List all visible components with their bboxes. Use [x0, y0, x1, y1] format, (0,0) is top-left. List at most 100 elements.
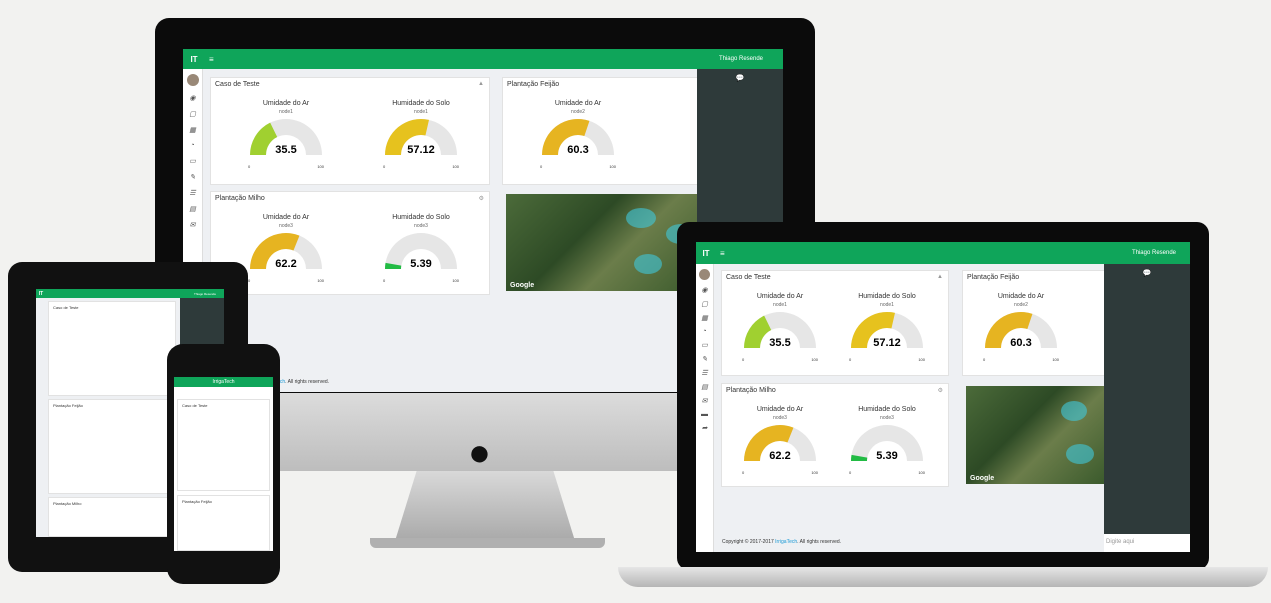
gauge-label: Umidade do Ar	[756, 406, 804, 413]
edit-icon[interactable]: ✎	[696, 355, 713, 363]
brand-logo[interactable]: IT	[183, 55, 205, 64]
gauge-max: 100	[609, 164, 616, 169]
brand-logo[interactable]: IT	[696, 249, 716, 258]
gauge-value: 60.3	[567, 144, 588, 156]
gauge-min: 0	[383, 164, 386, 169]
app-title[interactable]: IrrigaTech	[213, 379, 235, 385]
list-icon[interactable]: ☰	[183, 189, 202, 197]
gauge-value: 57.12	[407, 144, 435, 156]
files-icon[interactable]: ▢	[696, 300, 713, 308]
map-marker[interactable]	[626, 208, 656, 228]
list-icon[interactable]: ☰	[696, 369, 713, 377]
files-icon[interactable]: ▢	[183, 110, 202, 118]
folder-icon[interactable]: ▬	[696, 411, 713, 418]
panel-title: Caso de Teste	[726, 274, 771, 281]
satellite-map[interactable]: Google	[966, 386, 1106, 484]
laptop-screen: IT ≡ Thiago Resende ◉ ▢ ▦ ◔ ▭ ✎ ☰ ▤ ✉ ▬ …	[696, 242, 1190, 552]
avatar[interactable]	[186, 74, 199, 86]
google-label: Google	[510, 282, 535, 289]
gauge-arc: 62.2	[744, 425, 816, 462]
share-icon[interactable]: ➦	[696, 424, 713, 432]
panel-title: Caso de Teste	[182, 403, 208, 408]
panel-plantacao-milho: Plantação Milho	[48, 497, 176, 537]
mail-icon[interactable]: ✉	[696, 397, 713, 405]
book-icon[interactable]: ▭	[696, 341, 713, 349]
sidebar: ◉ ▢ ▦ ◔ ▭ ✎ ☰ ▤ ✉ ▬ ➦	[696, 264, 714, 552]
top-navbar: IT ≡ Thiago Resende	[696, 242, 1190, 264]
panel-caso-de-teste: Caso de Teste ▲ Umidade do Ar node1 35.5 0 1…	[721, 270, 949, 376]
calendar-icon[interactable]: ▤	[696, 383, 713, 391]
gauge-value: 5.39	[876, 450, 897, 462]
gauge-max: 100	[317, 164, 324, 169]
chat-icon[interactable]: 💬	[1104, 269, 1190, 277]
panel-caso-de-teste: Caso de Teste	[48, 301, 176, 396]
brand-logo[interactable]: IT	[36, 291, 46, 297]
gauge-min: 0	[983, 357, 986, 362]
panel-caso-de-teste: Caso de Teste	[177, 399, 270, 491]
gauge-value: 62.2	[275, 258, 296, 270]
chat-input[interactable]: Digite aqui	[1104, 534, 1190, 552]
gauge-label: Umidade do Ar	[554, 100, 602, 107]
gauge-label: Humidade do Solo	[392, 100, 450, 107]
gauge-value: 35.5	[275, 144, 296, 156]
gauge-umidade-ar-node3: Umidade do Ar node3 62.2 0 100	[246, 214, 326, 283]
grid-icon[interactable]: ▦	[696, 314, 713, 322]
grid-icon[interactable]: ▦	[183, 126, 202, 134]
gauge-label: Humidade do Solo	[392, 214, 450, 221]
panel-title: Plantação Feijão	[53, 403, 83, 408]
gauge-min: 0	[849, 357, 852, 362]
gauge-value: 5.39	[410, 258, 431, 270]
chart-icon[interactable]: ◔	[696, 328, 713, 335]
gauge-min: 0	[742, 470, 745, 475]
top-navbar: IT ≡ Thiago Resende	[183, 49, 783, 69]
collapse-icon[interactable]: ▲	[478, 81, 484, 87]
collapse-icon[interactable]: ▲	[937, 274, 943, 280]
gauge-humidade-solo-node3: Humidade do Solo node3 5.39 0 100	[381, 214, 461, 283]
panel-plantacao-milho: Plantação Milho ⚙ Umidade do Ar node3 62.2…	[721, 383, 949, 487]
gauge-arc: 5.39	[851, 425, 923, 462]
gauge-humidade-solo-node1: Humidade do Solo node1 57.12 0 100	[847, 293, 927, 362]
menu-icon[interactable]: ≡	[209, 55, 214, 64]
gauge-min: 0	[742, 357, 745, 362]
panel-title: Plantação Milho	[53, 501, 82, 506]
dashboard-icon[interactable]: ◉	[696, 286, 713, 294]
edit-icon[interactable]: ✎	[183, 173, 202, 181]
gauge-arc: 35.5	[744, 312, 816, 349]
calendar-icon[interactable]: ▤	[183, 205, 202, 213]
map-marker[interactable]	[1061, 401, 1087, 421]
map-marker[interactable]	[1066, 444, 1094, 464]
user-name[interactable]: Thiago Resende	[1132, 250, 1176, 256]
panel-title: Plantação Feijão	[182, 499, 212, 504]
footer: Copyright © 2017-2017 IrrigaTech. All ri…	[722, 539, 841, 545]
menu-icon[interactable]: ≡	[720, 249, 725, 258]
gauge-arc: 57.12	[385, 119, 457, 156]
user-name[interactable]: Thiago Resende	[194, 292, 216, 296]
footer-brand-link[interactable]: IrrigaTech	[775, 539, 797, 545]
satellite-map[interactable]: Google	[506, 194, 701, 291]
gauge-value: 60.3	[1010, 337, 1031, 349]
dashboard-icon[interactable]: ◉	[183, 94, 202, 102]
settings-icon[interactable]: ⚙	[479, 195, 484, 202]
gauge-label: Umidade do Ar	[262, 100, 310, 107]
gauge-min: 0	[248, 164, 251, 169]
top-navbar: IrrigaTech	[174, 377, 273, 387]
panel-title: Caso de Teste	[215, 81, 260, 88]
book-icon[interactable]: ▭	[183, 157, 202, 165]
user-name[interactable]: Thiago Resende	[719, 56, 763, 62]
settings-icon[interactable]: ⚙	[938, 387, 943, 394]
gauge-min: 0	[540, 164, 543, 169]
avatar[interactable]	[699, 269, 710, 280]
gauge-max: 100	[452, 278, 459, 283]
gauge-min: 0	[383, 278, 386, 283]
chat-icon[interactable]: 💬	[697, 74, 783, 82]
gauge-label: Humidade do Solo	[858, 406, 916, 413]
chart-icon[interactable]: ◔	[183, 142, 202, 149]
mail-icon[interactable]: ✉	[183, 221, 202, 229]
map-marker[interactable]	[634, 254, 662, 274]
google-label: Google	[970, 475, 995, 482]
gauge-umidade-ar-node3: Umidade do Ar node3 62.2 0 100	[740, 406, 820, 475]
panel-title: Caso de Teste	[53, 305, 79, 310]
apple-logo-icon: ●	[468, 432, 491, 474]
gauge-umidade-ar-node2: Umidade do Ar node2 60.3 0 100	[981, 293, 1061, 362]
panel-plantacao-feijao: Plantação Feijão Umidade do Ar node2 60.3 0…	[962, 270, 1108, 376]
